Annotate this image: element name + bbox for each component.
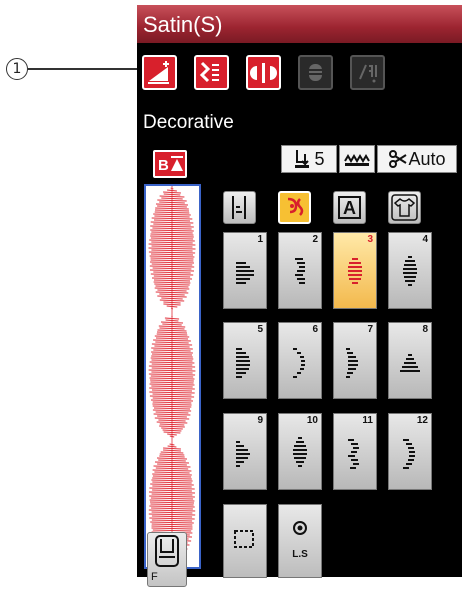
- stitch-pattern-icon: [279, 331, 321, 398]
- stitch-cell-6[interactable]: 6: [278, 322, 322, 399]
- stitch-preview-panel: B: [141, 145, 201, 598]
- preview-toggle-button[interactable]: B: [153, 150, 187, 178]
- svg-text:B: B: [158, 157, 169, 174]
- needle-tension-icon: [295, 150, 310, 168]
- stitch-cell-10[interactable]: 10: [278, 413, 322, 490]
- stitch-pattern-icon: [279, 422, 321, 489]
- presser-foot-button[interactable]: [298, 55, 333, 90]
- sewing-machine-screen: Satin(S) Decorative 5 Auto B A 1 2 3 4 5…: [137, 5, 462, 587]
- locking-stitch-icon: [293, 521, 307, 535]
- tension-icon: [359, 64, 377, 83]
- stitch-pattern-icon: [334, 331, 376, 398]
- tension-button[interactable]: [350, 55, 385, 90]
- stitch-cell-3[interactable]: 3: [333, 232, 377, 309]
- tension-setting[interactable]: 5: [281, 145, 337, 173]
- satin-stitch-preview-icon: [148, 184, 196, 568]
- stitch-cell-11[interactable]: 11: [333, 413, 377, 490]
- decorative-stitch-icon: [287, 197, 304, 216]
- stitch-cell-12[interactable]: 12: [388, 413, 432, 490]
- stitch-pattern-icon: [224, 331, 266, 398]
- stitch-cell-1[interactable]: 1: [223, 232, 267, 309]
- shirt-icon: [391, 194, 418, 221]
- letter-icon: A: [338, 196, 361, 219]
- combination-icon: [250, 63, 277, 83]
- frame-button[interactable]: [223, 504, 267, 578]
- mirror-stitch-button[interactable]: [194, 55, 229, 90]
- stitch-pattern-icon: [224, 422, 266, 489]
- mirror-stitch-icon: [199, 61, 219, 83]
- elongation-icon: [148, 61, 169, 84]
- stitch-preview: [144, 184, 201, 569]
- stitch-pattern-icon: [389, 422, 431, 489]
- section-label: Decorative: [143, 112, 234, 133]
- stitch-pattern-icon: [224, 241, 266, 308]
- frame-icon: [234, 530, 254, 548]
- utility-stitch-icon: [232, 196, 246, 219]
- locking-stitch-button[interactable]: L.S: [278, 504, 322, 578]
- stitch-cell-4[interactable]: 4: [388, 232, 432, 309]
- tension-value: 5: [314, 148, 325, 169]
- combination-button[interactable]: [246, 55, 281, 90]
- callout-leader-line: [28, 68, 138, 70]
- stitch-pattern-icon: [279, 241, 321, 308]
- presser-foot-icon: [309, 64, 322, 81]
- utility-category-button[interactable]: [223, 191, 256, 224]
- stitch-pattern-icon: [334, 422, 376, 489]
- letter-category-button[interactable]: A: [333, 191, 366, 224]
- thread-cutter-auto-setting[interactable]: Auto: [377, 145, 457, 173]
- decorative-category-button[interactable]: [278, 191, 311, 224]
- garment-category-button[interactable]: [388, 191, 421, 224]
- scissors-icon: [389, 150, 408, 168]
- stitch-cell-5[interactable]: 5: [223, 322, 267, 399]
- stitch-cell-7[interactable]: 7: [333, 322, 377, 399]
- stitch-cell-9[interactable]: 9: [223, 413, 267, 490]
- stitch-pattern-icon: [389, 331, 431, 398]
- foot-label: F: [151, 571, 158, 583]
- presser-foot-icon: [155, 535, 179, 567]
- elongation-button[interactable]: [142, 55, 177, 90]
- stitch-cell-8[interactable]: 8: [388, 322, 432, 399]
- preview-toggle-icon: B: [158, 156, 183, 174]
- presser-foot-indicator[interactable]: F: [147, 532, 187, 587]
- page-title: Satin(S): [143, 12, 223, 37]
- ls-label: L.S: [292, 549, 308, 560]
- callout-number: 1: [6, 58, 28, 80]
- stitch-pattern-icon: [334, 241, 376, 308]
- title-bar: Satin(S): [137, 5, 462, 43]
- auto-label: Auto: [408, 148, 446, 169]
- stitch-cell-2[interactable]: 2: [278, 232, 322, 309]
- feed-dog-setting[interactable]: [339, 145, 375, 173]
- stitch-pattern-icon: [389, 241, 431, 308]
- feed-dog-icon: [344, 154, 370, 166]
